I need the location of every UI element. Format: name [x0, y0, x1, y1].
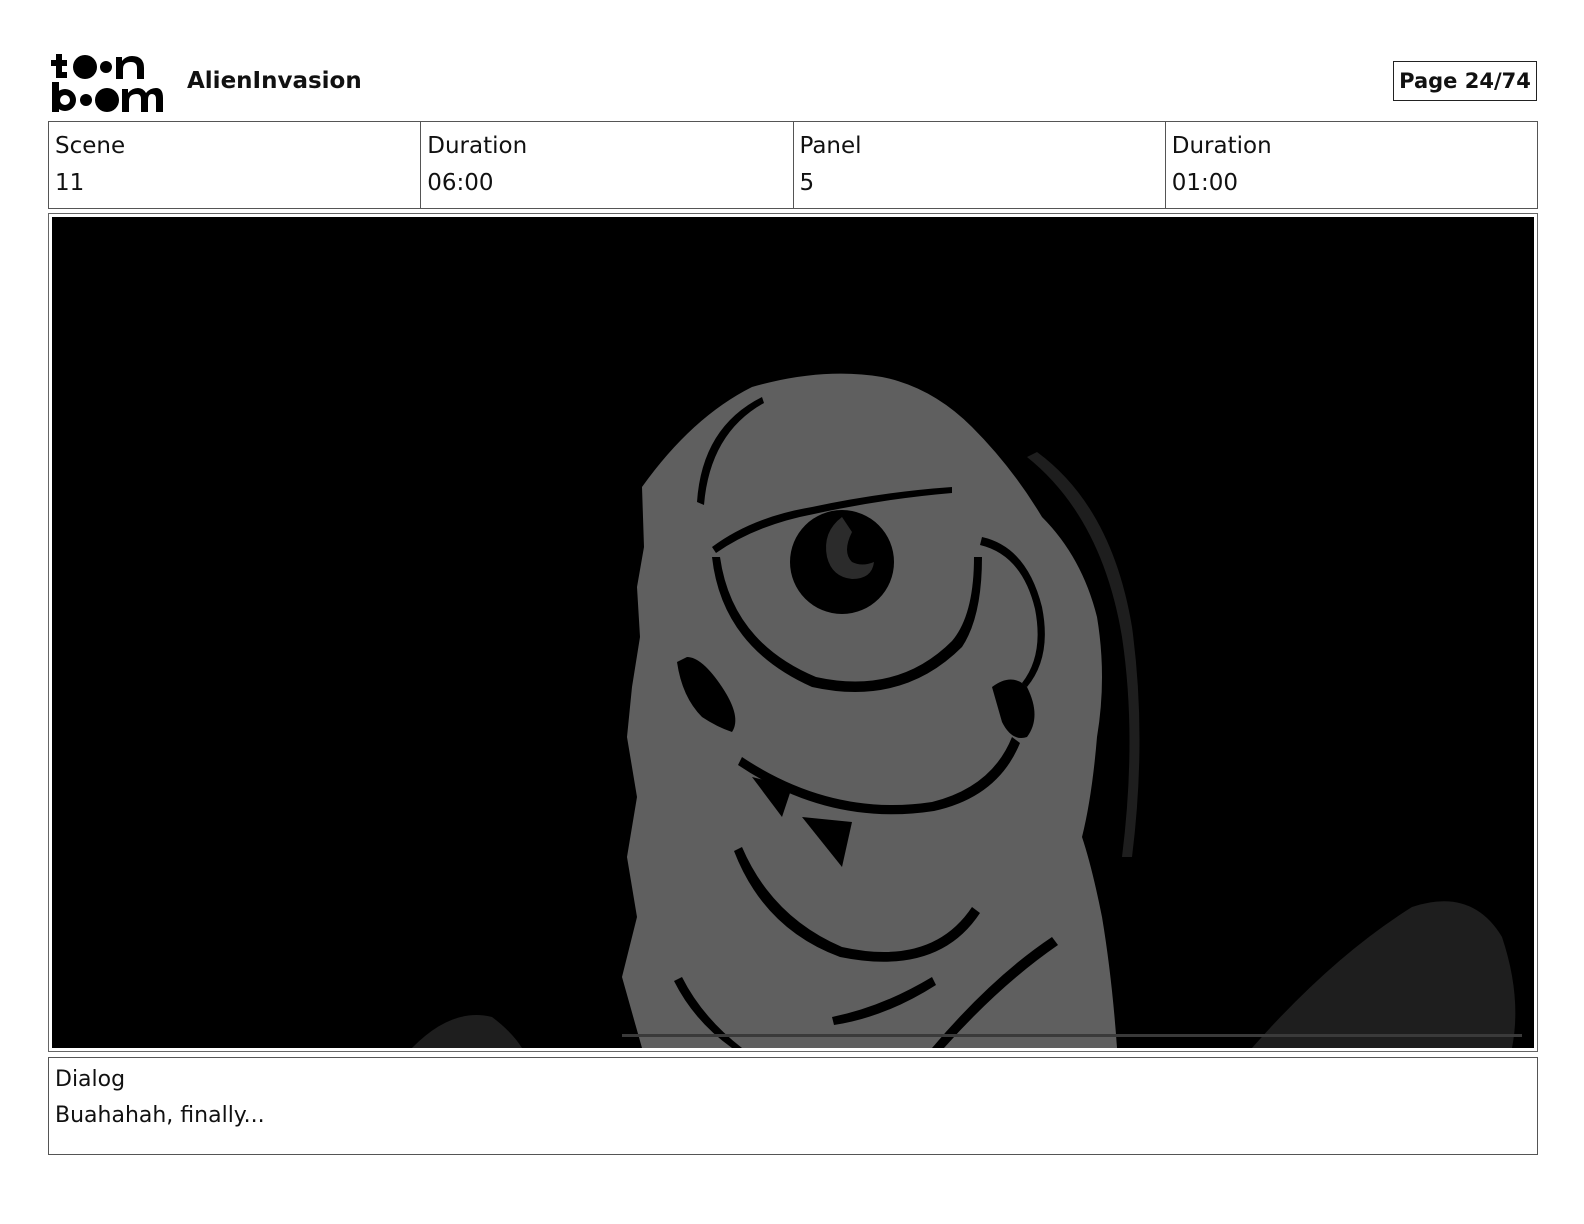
- scene-value: 11: [55, 170, 85, 196]
- panel-duration-value: 01:00: [1171, 170, 1239, 196]
- storyboard-panel-frame: [48, 213, 1538, 1052]
- dialog-text: Buahahah, finally...: [55, 1103, 265, 1128]
- scene-label: Scene: [55, 133, 126, 159]
- dialog-box: Dialog Buahahah, finally...: [48, 1057, 1538, 1155]
- scene-cell: Scene 11: [49, 122, 422, 208]
- page-indicator: Page 24/74: [1393, 61, 1537, 101]
- scene-duration-cell: Duration 06:00: [421, 122, 794, 208]
- toon-boom-logo-icon: [51, 54, 163, 112]
- panel-label: Panel: [799, 133, 862, 159]
- scene-duration-label: Duration: [427, 133, 528, 159]
- panel-cell: Panel 5: [794, 122, 1166, 208]
- scene-duration-value: 06:00: [427, 170, 494, 196]
- panel-ground-line: [622, 1034, 1522, 1037]
- panel-info-table: Scene 11 Duration 06:00 Panel 5 Duration…: [48, 121, 1538, 209]
- dialog-label: Dialog: [55, 1067, 126, 1092]
- panel-value: 5: [799, 170, 815, 196]
- panel-duration-label: Duration: [1171, 133, 1272, 159]
- storyboard-panel-image: [52, 217, 1534, 1048]
- panel-duration-cell: Duration 01:00: [1166, 122, 1537, 208]
- toon-boom-logo: [50, 50, 164, 114]
- project-title: AlienInvasion: [187, 68, 362, 94]
